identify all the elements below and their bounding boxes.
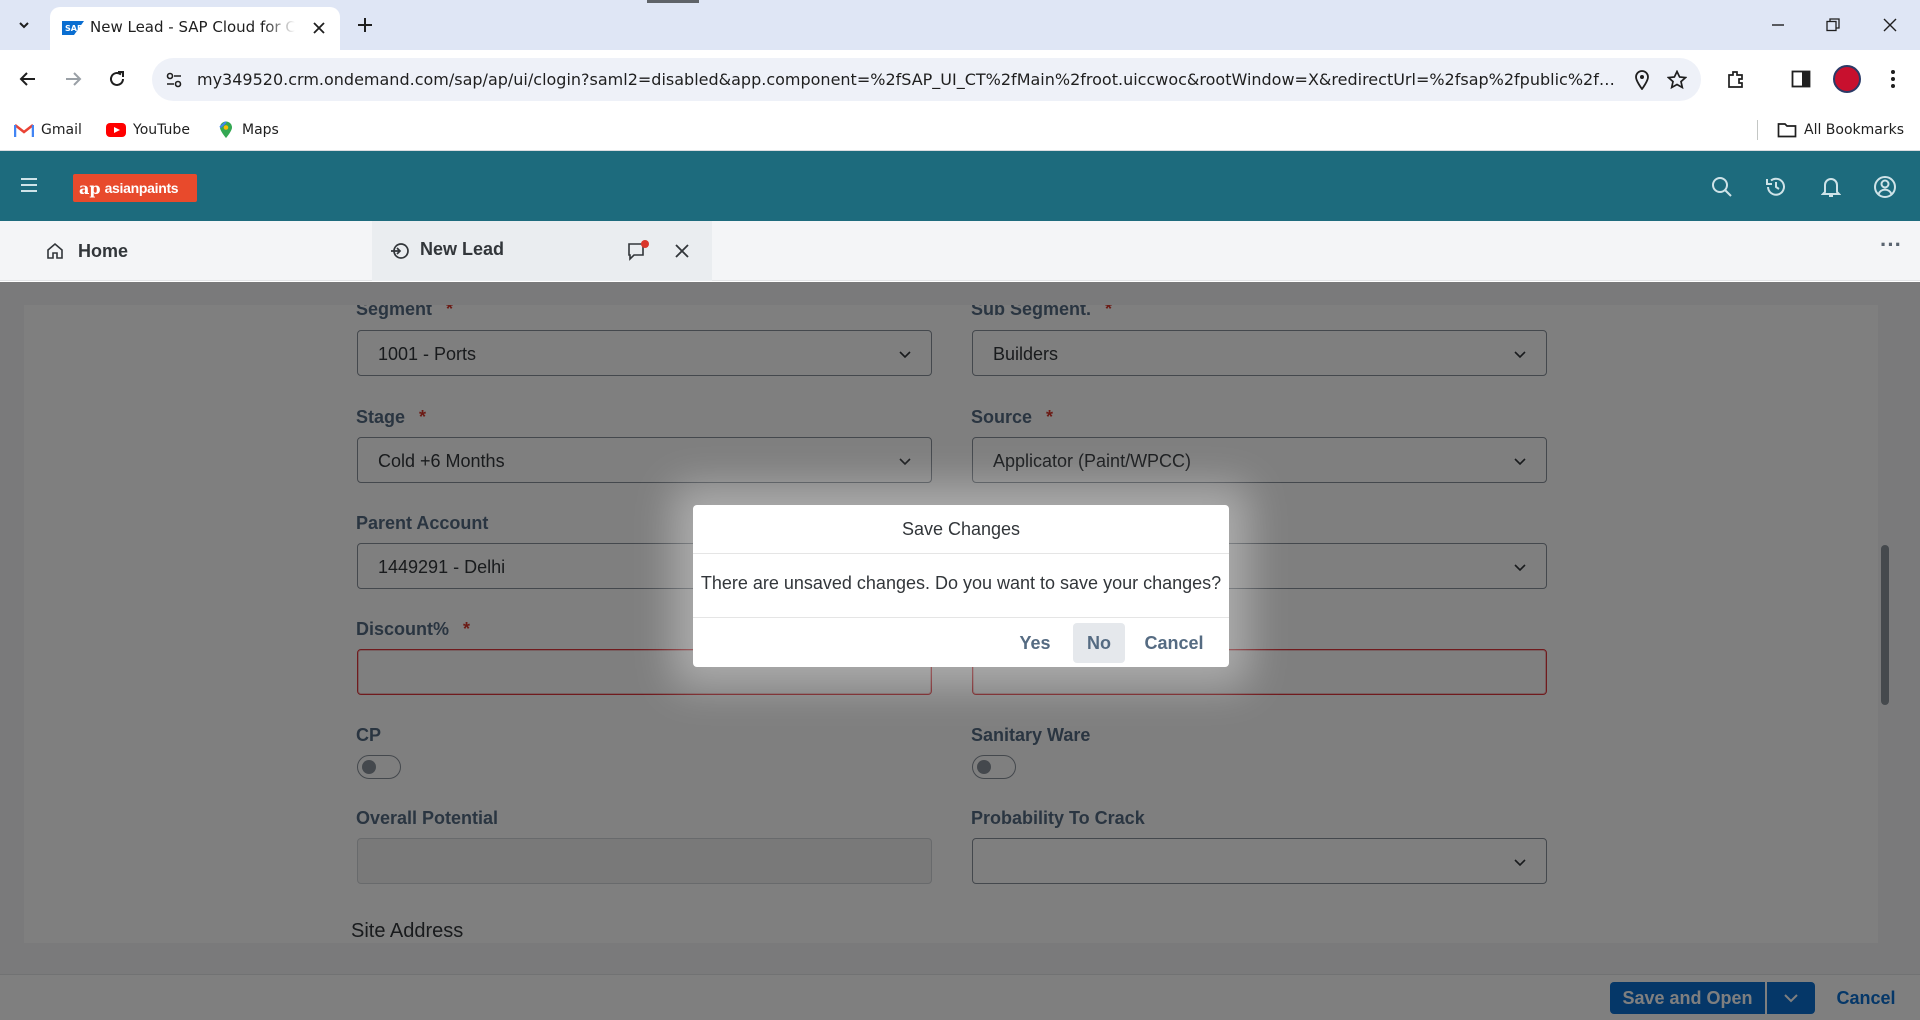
close-tab-icon[interactable] <box>670 239 694 263</box>
bookmark-gmail[interactable]: Gmail <box>14 118 82 142</box>
sap-shellbar: ap asianpaints <box>0 151 1920 221</box>
browser-menu-icon[interactable] <box>1878 64 1908 94</box>
dialog-footer: Yes No Cancel <box>693 617 1229 667</box>
dialog-message: There are unsaved changes. Do you want t… <box>700 573 1222 593</box>
bookmark-star-icon[interactable] <box>1665 68 1689 92</box>
side-panel-icon[interactable] <box>1786 64 1816 94</box>
app-tabbar: Home New Lead ··· <box>0 221 1920 281</box>
history-icon[interactable] <box>1763 174 1789 200</box>
bookmark-youtube[interactable]: YouTube <box>106 118 190 142</box>
tab-title: New Lead - SAP Cloud for Customer <box>90 18 295 36</box>
brand-logo[interactable]: ap asianpaints <box>73 174 197 202</box>
tab-new-lead-label: New Lead <box>420 239 505 259</box>
save-changes-dialog: Save Changes There are unsaved changes. … <box>693 505 1229 667</box>
feed-notification-icon[interactable] <box>626 239 650 263</box>
browser-tab[interactable]: SAP New Lead - SAP Cloud for Customer <box>50 7 340 50</box>
back-icon[interactable] <box>13 64 43 94</box>
bookmark-label: Gmail <box>41 122 82 138</box>
bookmark-label: Maps <box>242 122 279 138</box>
folder-icon <box>1777 123 1797 138</box>
tab-search-icon[interactable] <box>10 11 38 39</box>
reload-icon[interactable] <box>102 64 132 94</box>
tab-new-lead[interactable]: New Lead <box>372 221 712 281</box>
browser-tabstrip: SAP New Lead - SAP Cloud for Customer <box>0 0 1920 50</box>
home-icon <box>47 242 63 259</box>
gmail-icon <box>14 123 34 137</box>
forward-icon[interactable] <box>58 64 88 94</box>
profile-avatar[interactable] <box>1833 65 1861 93</box>
logo-mark: ap <box>79 178 101 198</box>
dialog-no-button[interactable]: No <box>1073 623 1125 663</box>
new-tab-icon[interactable] <box>352 12 378 38</box>
dialog-title: Save Changes <box>693 505 1229 554</box>
address-bar[interactable]: my349520.crm.ondemand.com/sap/ap/ui/clog… <box>152 58 1701 101</box>
logo-text: asianpaints <box>104 180 179 196</box>
bookmark-maps[interactable]: Maps <box>217 118 279 142</box>
close-window-icon[interactable] <box>1877 12 1903 38</box>
extensions-icon[interactable] <box>1721 64 1751 94</box>
menu-icon[interactable] <box>18 174 40 196</box>
browser-toolbar: my349520.crm.ondemand.com/sap/ap/ui/clog… <box>0 50 1920 109</box>
notifications-icon[interactable] <box>1818 174 1844 200</box>
overflow-menu-icon[interactable]: ··· <box>1876 234 1906 263</box>
tab-strip-indicator <box>647 0 699 3</box>
bookmarks-bar: Gmail YouTube Maps All Bookmarks <box>0 109 1920 151</box>
lead-icon <box>391 243 409 259</box>
maps-icon <box>219 121 232 138</box>
all-bookmarks-label: All Bookmarks <box>1804 122 1905 138</box>
restore-icon[interactable] <box>1820 12 1846 38</box>
tab-home[interactable]: Home <box>46 239 128 263</box>
svg-text:SAP: SAP <box>65 24 83 33</box>
bookmark-separator <box>1757 120 1758 140</box>
search-icon[interactable] <box>1709 174 1735 200</box>
location-icon[interactable] <box>1630 68 1654 92</box>
all-bookmarks[interactable]: All Bookmarks <box>1777 118 1904 142</box>
site-info-icon[interactable] <box>162 68 186 92</box>
tab-close-icon[interactable] <box>308 17 330 39</box>
minimize-icon[interactable] <box>1765 12 1791 38</box>
bookmark-label: YouTube <box>133 122 190 138</box>
dialog-yes-button[interactable]: Yes <box>1009 623 1061 663</box>
dialog-cancel-button[interactable]: Cancel <box>1137 623 1211 663</box>
tab-home-label: Home <box>78 240 129 261</box>
sap-favicon-icon: SAP <box>62 21 84 35</box>
youtube-icon <box>106 123 126 137</box>
user-profile-icon[interactable] <box>1872 174 1898 200</box>
url-text: my349520.crm.ondemand.com/sap/ap/ui/clog… <box>197 70 1617 89</box>
